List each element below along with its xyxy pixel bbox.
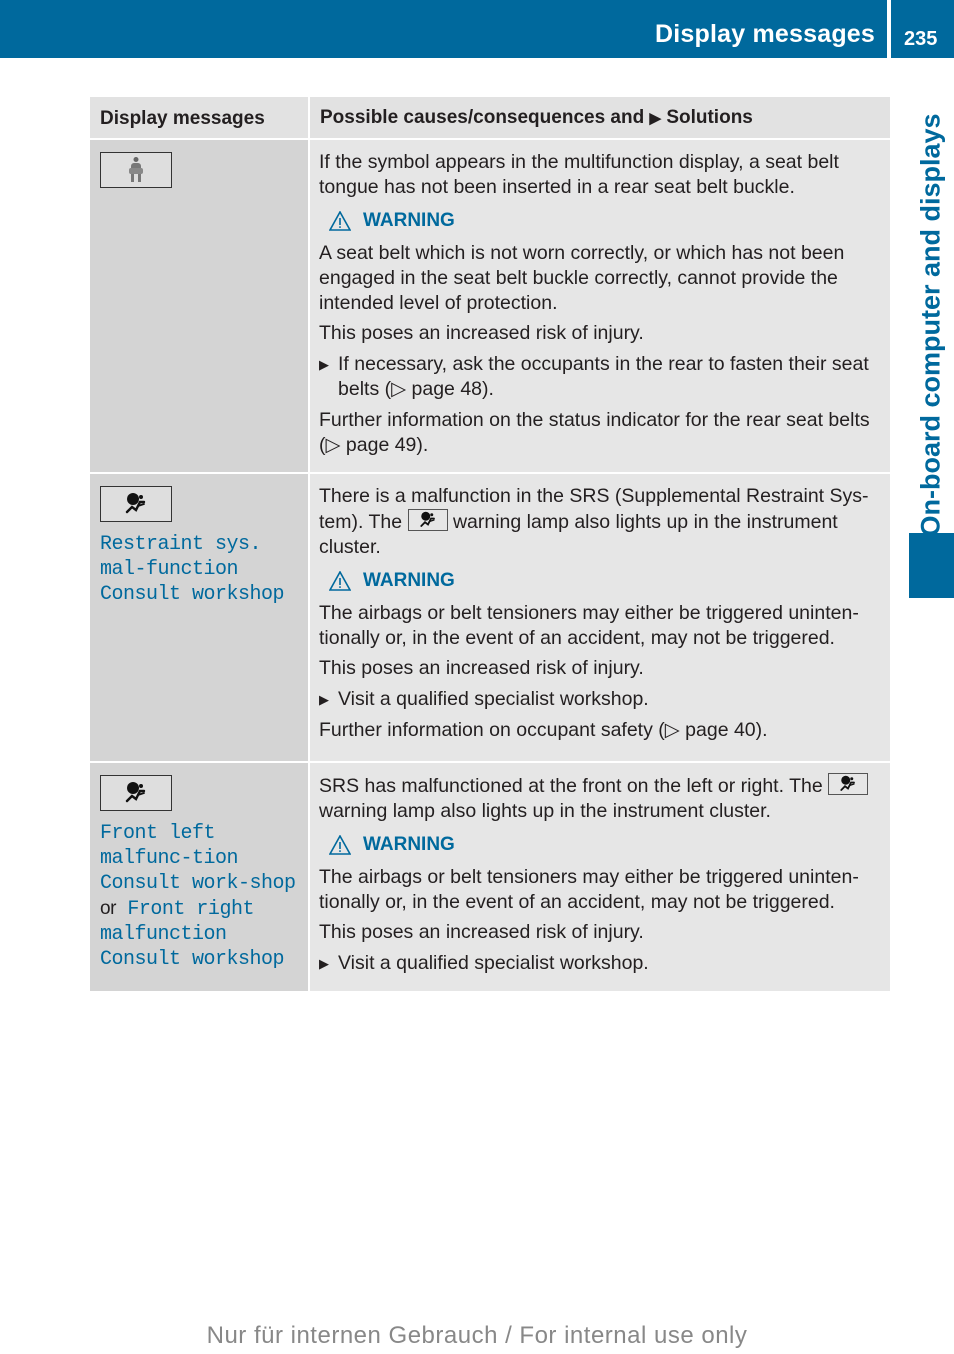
table-row: Restraint sys. mal‑function Consult work… [90,473,890,763]
causes-cell: There is a malfunction in the SRS (Suppl… [309,473,890,763]
or-text: or [100,898,116,919]
cause-text: If the symbol appears in the multifuncti… [319,151,839,198]
solution-step: ▶ Visit a qualified specialist workshop. [319,951,881,976]
risk-text: This poses an increased risk of injury. [319,657,644,679]
step-text: Visit a qualified specialist workshop. [338,952,649,974]
table-row: If the symbol appears in the multifuncti… [90,139,890,474]
risk-text: This poses an increased risk of injury. [319,921,644,943]
display-message-cell: Restraint sys. mal‑function Consult work… [90,473,310,763]
warning-text: The airbags or belt tensioners may eithe… [319,602,859,649]
srs-airbag-warning-lamp-icon [407,509,448,531]
column-header-causes-label: Possible causes/consequences and [320,107,645,128]
step-arrow-icon: ▶ [319,692,329,707]
warning-heading: WARNING [329,208,881,233]
display-message-cell [90,139,310,474]
warning-heading: WARNING [329,568,881,593]
column-header-causes: Possible causes/consequences and ▶ Solut… [309,97,890,140]
srs-airbag-warning-icon [100,775,172,811]
warning-label: WARNING [363,570,455,591]
causes-cell: If the symbol appears in the multifuncti… [309,139,890,474]
cause-text: SRS has malfunctioned at the front on th… [319,773,881,824]
display-message-front-right: Front right malfunction Consult workshop [100,898,285,971]
table-header-row: Display messages Possible causes/consequ… [90,97,890,140]
further-info-text: Further information on the status indica… [319,409,870,456]
header-bar: Display messages [0,0,887,58]
step-arrow-icon: ▶ [319,357,329,372]
table-row: Front left malfunc‑tion Consult work‑sho… [90,762,890,993]
column-header-solutions-label: Solutions [666,107,753,128]
cause-text-part: warning lamp also lights up in the instr… [319,800,771,822]
warning-heading: WARNING [329,832,881,857]
solution-step: ▶ If necessary, ask the occupants in the… [319,352,881,402]
display-message-text: Restraint sys. mal‑function Consult work… [100,533,285,606]
warning-text: A seat belt which is not worn correctly,… [319,242,845,314]
step-text: Visit a qualified specialist workshop. [338,688,649,710]
page-number-box: 235 [891,0,954,58]
solution-arrow-icon: ▶ [649,110,662,127]
warning-triangle-icon [329,210,351,231]
column-header-display-messages: Display messages [90,97,310,140]
warning-label: WARNING [363,834,455,855]
cause-text: There is a malfunction in the SRS (Suppl… [319,484,881,560]
warning-triangle-icon [329,570,351,591]
step-text: If necessary, ask the occupants in the r… [338,353,869,400]
solution-step: ▶ Visit a qualified specialist workshop. [319,687,881,712]
display-message-front-left: Front left malfunc‑tion Consult work‑sho… [100,822,296,895]
warning-text: The airbags or belt tensioners may eithe… [319,866,859,913]
chapter-tab-marker [909,533,954,598]
warning-label: WARNING [363,210,455,231]
internal-use-watermark: Nur für internen Gebrauch / For internal… [206,1322,748,1349]
page-number: 235 [904,28,938,50]
display-message-text: Front left malfunc‑tion Consult work‑sho… [100,821,299,972]
srs-airbag-warning-icon [100,486,172,522]
causes-cell: SRS has malfunctioned at the front on th… [309,762,890,993]
display-messages-table: Display messages Possible causes/consequ… [90,97,890,993]
display-message-cell: Front left malfunc‑tion Consult work‑sho… [90,762,310,993]
srs-airbag-warning-lamp-icon [828,773,869,795]
step-arrow-icon: ▶ [319,956,329,971]
further-info-text: Further information on occupant safety (… [319,719,768,741]
warning-triangle-icon [329,834,351,855]
rear-seat-belt-occupant-icon [100,152,172,188]
cause-text-part: SRS has malfunctioned at the front on th… [319,775,823,797]
risk-text: This poses an increased risk of injury. [319,322,644,344]
chapter-tab-label: On-board computer and displays [915,113,946,537]
section-title: Display messages [655,20,875,48]
